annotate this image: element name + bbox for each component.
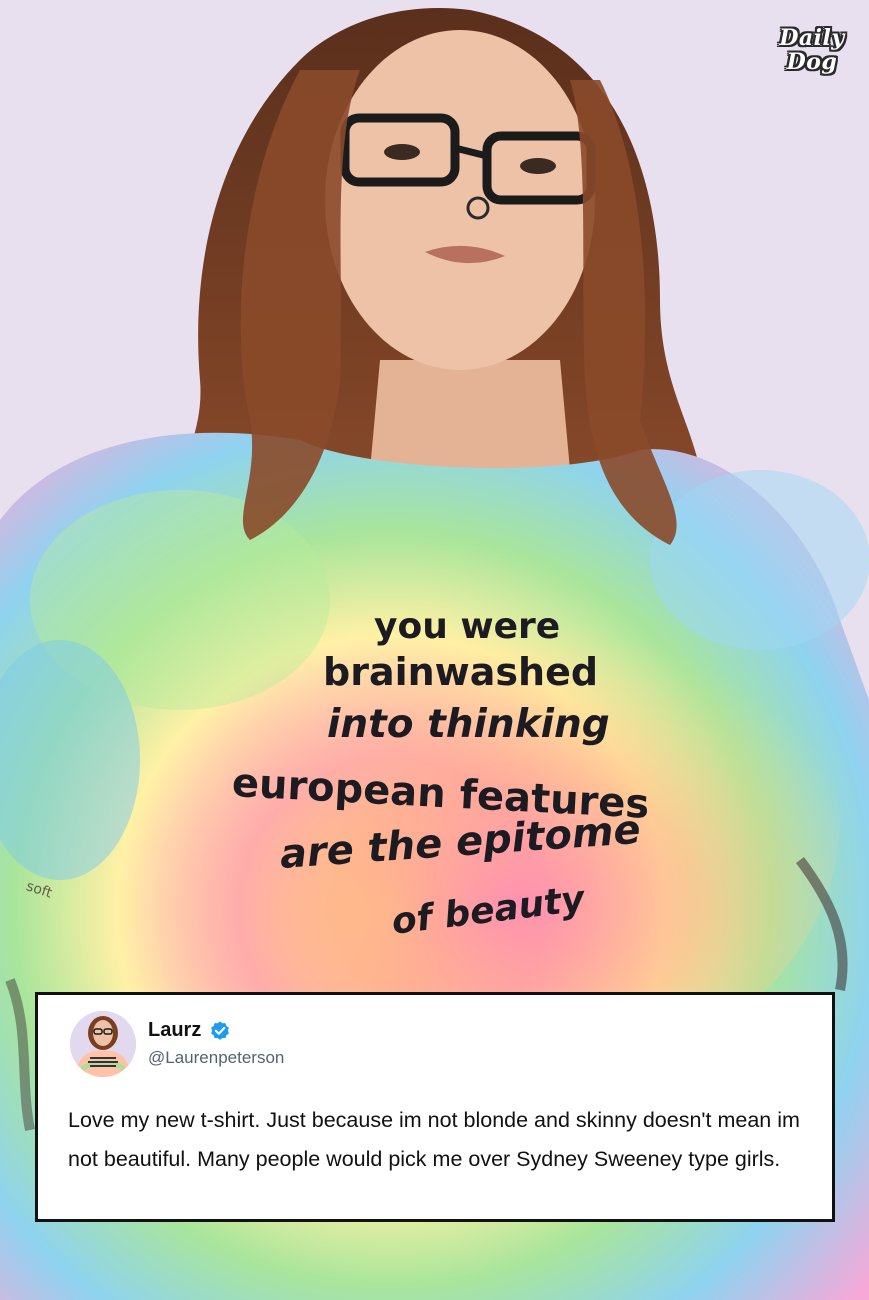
tweet-text: Love my new t-shirt. Just because im not… [68,1108,800,1171]
verified-badge-icon [211,1020,230,1040]
avatar[interactable] [70,1011,136,1077]
logo-line-1: Daily [779,25,845,51]
daily-dog-logo: Daily Dog [777,26,847,74]
author-name: Laurz [148,1019,202,1041]
avatar-image [70,1011,136,1077]
author-handle[interactable]: @Laurenpeterson [148,1048,284,1068]
logo-line-2: Dog [786,49,838,75]
tweet-card: Laurz @Laurenpeterson Love my new t-shir… [35,992,835,1222]
tweet-author[interactable]: Laurz [148,1019,231,1042]
